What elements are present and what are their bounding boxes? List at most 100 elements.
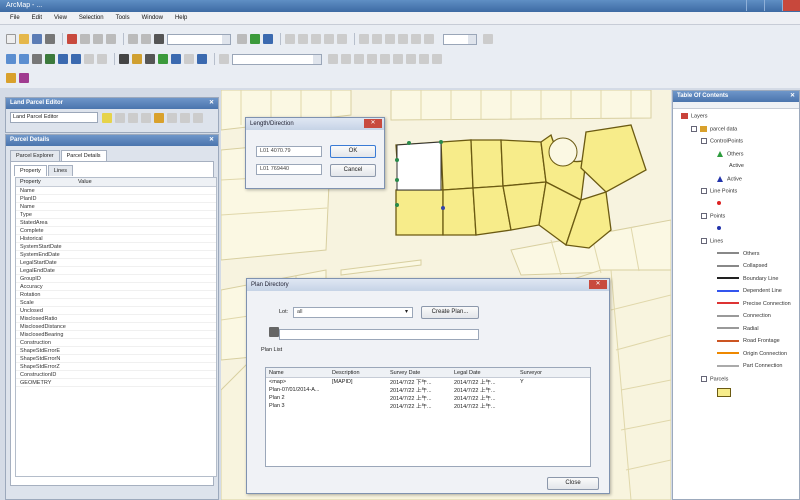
- parcel-edit-icon[interactable]: [102, 112, 112, 123]
- parcel-tool-icon[interactable]: [6, 73, 16, 83]
- create-plan-button[interactable]: Create Plan...: [421, 306, 479, 319]
- editor-menu-icon[interactable]: [219, 54, 229, 64]
- attributes-icon[interactable]: [406, 54, 416, 64]
- property-row[interactable]: Construction: [16, 339, 216, 347]
- target-combo[interactable]: [232, 53, 322, 65]
- close-icon[interactable]: ✕: [364, 119, 382, 128]
- property-row[interactable]: MisclosedDistance: [16, 323, 216, 331]
- menu-edit[interactable]: Edit: [32, 15, 42, 21]
- close-icon[interactable]: ✕: [589, 280, 607, 289]
- property-row[interactable]: ShapeStdErrorZ: [16, 363, 216, 371]
- column-header-legal-date[interactable]: Legal Date: [454, 370, 520, 376]
- close-icon[interactable]: ✕: [790, 92, 795, 99]
- lot-select[interactable]: all: [293, 307, 413, 318]
- toc-group[interactable]: parcel data: [691, 125, 737, 132]
- create-features-icon[interactable]: [432, 54, 442, 64]
- menu-help[interactable]: Help: [175, 15, 187, 21]
- cancel-button[interactable]: Cancel: [330, 164, 376, 177]
- parcel-a-icon[interactable]: [115, 112, 125, 123]
- toc-layer[interactable]: ControlPoints: [701, 138, 743, 144]
- layer-visibility-checkbox[interactable]: [701, 188, 707, 194]
- length-field[interactable]: L01 4070.79: [256, 146, 322, 157]
- toc-root[interactable]: Layers: [681, 113, 708, 119]
- chevron-down-icon[interactable]: ▾: [405, 308, 408, 315]
- tab-parcel-explorer[interactable]: Parcel Explorer: [10, 150, 60, 161]
- tool-d-icon[interactable]: [398, 34, 408, 44]
- parcel-g-icon[interactable]: [193, 112, 203, 123]
- search-icon[interactable]: [285, 34, 295, 44]
- sketch-props-icon[interactable]: [419, 54, 429, 64]
- direction-field[interactable]: L01 769440: [256, 164, 322, 175]
- parcel-f-icon[interactable]: [180, 112, 190, 123]
- close-icon[interactable]: ✕: [209, 99, 214, 106]
- table-row[interactable]: Plan 3 2014/7/22 上午... 2014/7/22 上午...: [266, 402, 590, 410]
- select-features-icon[interactable]: [119, 54, 129, 64]
- python-icon[interactable]: [311, 34, 321, 44]
- toc-layer[interactable]: Points: [701, 213, 725, 219]
- parcel-c-icon[interactable]: [141, 112, 151, 123]
- editor-icon[interactable]: [237, 34, 247, 44]
- tool-c-icon[interactable]: [385, 34, 395, 44]
- maximize-button[interactable]: [764, 0, 782, 11]
- property-row[interactable]: MisclosedRatio: [16, 315, 216, 323]
- add-data-icon[interactable]: [154, 34, 164, 44]
- copy-icon[interactable]: [80, 34, 90, 44]
- property-row[interactable]: ConstructionID: [16, 371, 216, 379]
- tool-e-icon[interactable]: [411, 34, 421, 44]
- fixed-zoom-out-icon[interactable]: [71, 54, 81, 64]
- toc-layer[interactable]: Line Points: [701, 188, 737, 194]
- measure-icon[interactable]: [184, 54, 194, 64]
- parcel-fabric-icon[interactable]: [19, 73, 29, 83]
- column-header-survey-date[interactable]: Survey Date: [390, 370, 454, 376]
- zoom-out-icon[interactable]: [19, 54, 29, 64]
- menu-file[interactable]: File: [10, 15, 20, 21]
- menu-window[interactable]: Window: [142, 15, 163, 21]
- parcel-editor-combo[interactable]: Land Parcel Editor: [10, 112, 98, 123]
- layer-visibility-checkbox[interactable]: [691, 125, 697, 132]
- find-icon[interactable]: [171, 54, 181, 64]
- property-row[interactable]: Rotation: [16, 291, 216, 299]
- back-icon[interactable]: [84, 54, 94, 64]
- column-header-surveyor[interactable]: Surveyor: [520, 370, 580, 376]
- minimize-button[interactable]: [746, 0, 764, 11]
- split-icon[interactable]: [380, 54, 390, 64]
- property-row[interactable]: GroupID: [16, 275, 216, 283]
- property-row[interactable]: Scale: [16, 299, 216, 307]
- fixed-zoom-icon[interactable]: [58, 54, 68, 64]
- save-icon[interactable]: [32, 34, 42, 44]
- parcel-b-icon[interactable]: [128, 112, 138, 123]
- property-row[interactable]: PlanID: [16, 195, 216, 203]
- property-row[interactable]: ShapeStdErrorN: [16, 355, 216, 363]
- cut-icon[interactable]: [67, 34, 77, 44]
- tab-parcel-details[interactable]: Parcel Details: [60, 150, 107, 161]
- property-row[interactable]: GEOMETRY: [16, 379, 216, 387]
- ok-button[interactable]: OK: [330, 145, 376, 158]
- property-row[interactable]: Historical: [16, 235, 216, 243]
- property-row[interactable]: StatedArea: [16, 219, 216, 227]
- property-row[interactable]: Complete: [16, 227, 216, 235]
- identify-icon[interactable]: [158, 54, 168, 64]
- layer-visibility-checkbox[interactable]: [701, 375, 707, 382]
- layer-visibility-checkbox[interactable]: [701, 138, 707, 144]
- scale-combo[interactable]: [167, 33, 231, 45]
- property-row[interactable]: Name: [16, 203, 216, 211]
- edit-vertices-icon[interactable]: [341, 54, 351, 64]
- property-row[interactable]: ShapeStdErrorE: [16, 347, 216, 355]
- clear-selection-icon[interactable]: [132, 54, 142, 64]
- help-icon[interactable]: [337, 34, 347, 44]
- close-button[interactable]: Close: [547, 477, 599, 490]
- layer-visibility-checkbox[interactable]: [701, 213, 707, 219]
- forward-icon[interactable]: [97, 54, 107, 64]
- tool-a-icon[interactable]: [359, 34, 369, 44]
- property-row[interactable]: LegalEndDate: [16, 267, 216, 275]
- model-icon[interactable]: [324, 34, 334, 44]
- new-icon[interactable]: [6, 34, 16, 44]
- property-row[interactable]: Unclosed: [16, 307, 216, 315]
- parcel-d-icon[interactable]: [154, 112, 164, 123]
- full-extent-icon[interactable]: [45, 54, 55, 64]
- tool-f-icon[interactable]: [424, 34, 434, 44]
- rotate-icon[interactable]: [393, 54, 403, 64]
- zoom-in-icon[interactable]: [6, 54, 16, 64]
- property-row[interactable]: SystemStartDate: [16, 243, 216, 251]
- cut-polygon-icon[interactable]: [367, 54, 377, 64]
